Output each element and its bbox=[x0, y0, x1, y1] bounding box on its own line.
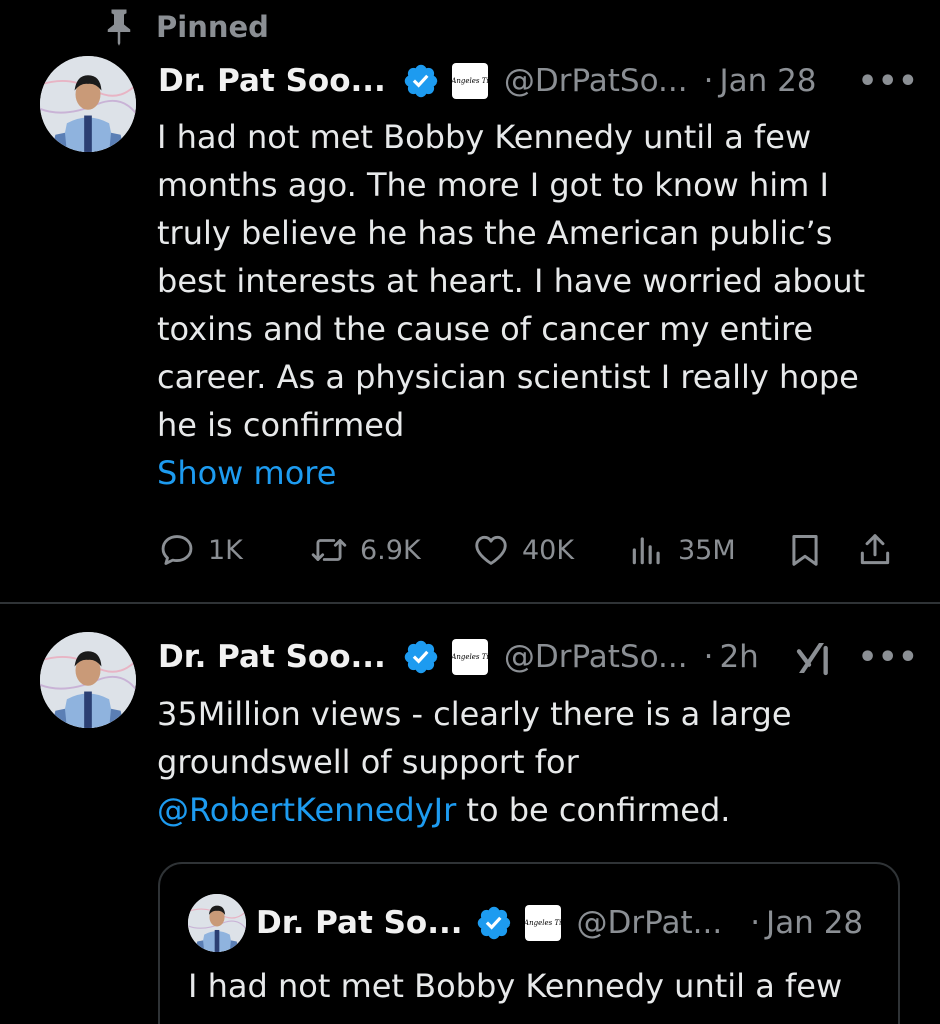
verified-badge-icon[interactable] bbox=[475, 904, 513, 942]
timestamp[interactable]: Jan 28 bbox=[766, 905, 863, 941]
grok-icon[interactable] bbox=[794, 638, 834, 678]
show-more-link[interactable]: Show more bbox=[157, 449, 865, 497]
affiliation-badge[interactable]: Los Angeles Times bbox=[509, 905, 576, 941]
mention-link[interactable]: @RobertKennedyJr bbox=[157, 791, 456, 829]
pinned-label: Pinned bbox=[156, 10, 269, 44]
more-options-button[interactable]: ••• bbox=[858, 640, 919, 675]
separator: · bbox=[703, 639, 714, 675]
author-name[interactable]: Dr. Pat So... bbox=[256, 905, 463, 941]
tweet-text: 35Million views - clearly there is a lar… bbox=[157, 695, 792, 829]
avatar[interactable] bbox=[40, 56, 136, 152]
verified-badge-icon[interactable] bbox=[402, 638, 440, 676]
tweet-actions: 1K 6.9K 40K 35M bbox=[158, 524, 898, 576]
author-name[interactable]: Dr. Pat Soo... bbox=[158, 639, 386, 675]
separator: · bbox=[703, 63, 714, 99]
affiliation-badge[interactable]: Los Angeles Times bbox=[437, 639, 503, 675]
bookmark-button[interactable] bbox=[786, 524, 824, 576]
pinned-indicator: Pinned bbox=[104, 8, 269, 46]
repost-button[interactable]: 6.9K bbox=[310, 524, 421, 576]
avatar[interactable] bbox=[188, 894, 246, 952]
reply-icon bbox=[161, 535, 193, 565]
timestamp[interactable]: Jan 28 bbox=[719, 63, 816, 99]
bookmark-icon bbox=[792, 535, 818, 566]
quoted-tweet-header: Dr. Pat So... Los Angeles Times @DrPat..… bbox=[256, 902, 863, 944]
heart-icon bbox=[475, 535, 507, 565]
tweet-text: I had not met Bobby Kennedy until a few … bbox=[157, 113, 865, 497]
quoted-tweet-text: I had not met Bobby Kennedy until a few bbox=[188, 967, 843, 1005]
views-button[interactable]: 35M bbox=[628, 524, 736, 576]
author-name[interactable]: Dr. Pat Soo... bbox=[158, 63, 386, 99]
reply-button[interactable]: 1K bbox=[158, 524, 243, 576]
tweet-divider bbox=[0, 602, 940, 604]
author-handle[interactable]: @DrPat... bbox=[577, 905, 723, 941]
analytics-icon bbox=[632, 537, 660, 565]
timestamp[interactable]: 2h bbox=[719, 639, 758, 675]
author-handle[interactable]: @DrPatSo... bbox=[504, 639, 688, 675]
share-icon bbox=[860, 534, 890, 565]
quoted-tweet[interactable]: Dr. Pat So... Los Angeles Times @DrPat..… bbox=[158, 862, 900, 1024]
share-button[interactable] bbox=[856, 524, 894, 576]
tweet-header: Dr. Pat Soo... Los Angeles Times @DrPatS… bbox=[158, 636, 759, 678]
separator: · bbox=[750, 905, 761, 941]
author-handle[interactable]: @DrPatSo... bbox=[504, 63, 688, 99]
more-options-button[interactable]: ••• bbox=[858, 64, 919, 99]
tweet-header: Dr. Pat Soo... Los Angeles Times @DrPatS… bbox=[158, 60, 817, 102]
verified-badge-icon[interactable] bbox=[402, 62, 440, 100]
like-button[interactable]: 40K bbox=[472, 524, 574, 576]
repost-icon bbox=[311, 539, 347, 561]
avatar[interactable] bbox=[40, 632, 136, 728]
affiliation-badge[interactable]: Los Angeles Times bbox=[437, 63, 503, 99]
pin-icon bbox=[107, 9, 131, 46]
